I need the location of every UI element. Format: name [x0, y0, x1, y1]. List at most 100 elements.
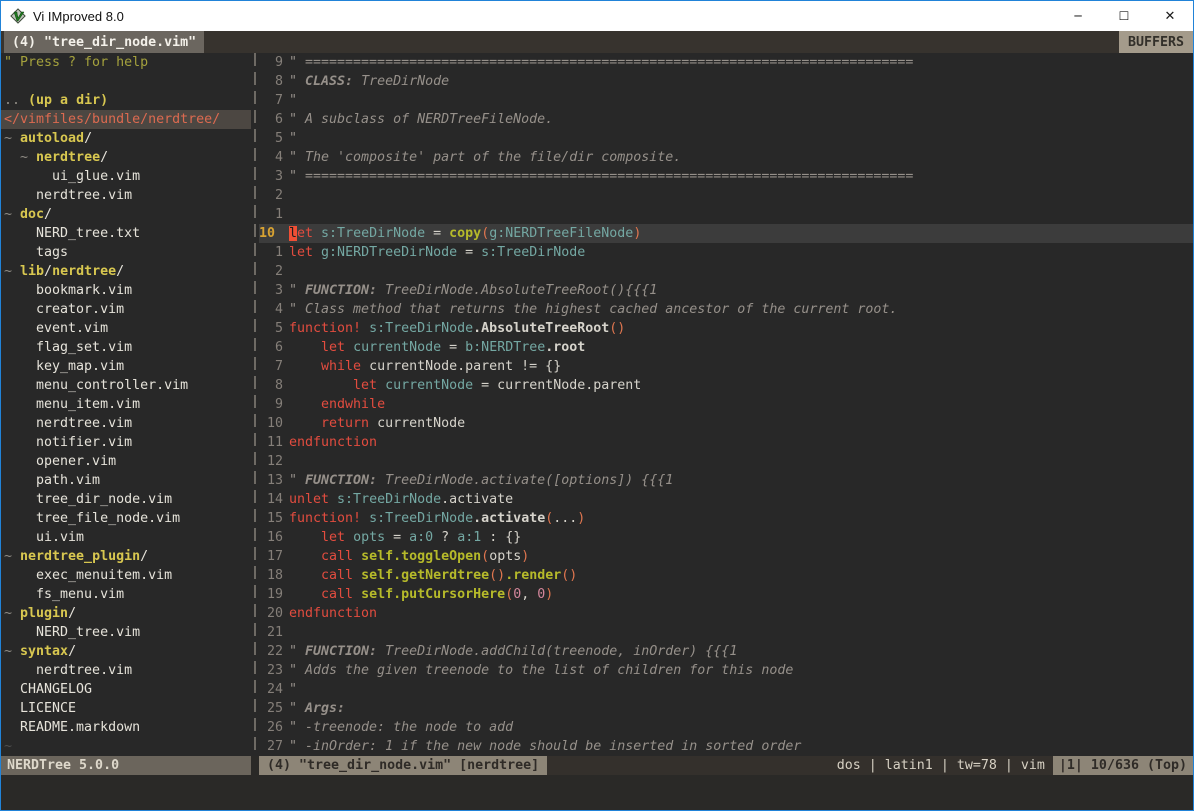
- tree-item[interactable]: tree_file_node.vim: [1, 509, 251, 528]
- tree-item[interactable]: menu_item.vim: [1, 395, 251, 414]
- tree-item[interactable]: nerdtree.vim: [1, 186, 251, 205]
- tree-item[interactable]: NERD_tree.vim: [1, 623, 251, 642]
- code-line[interactable]: 19 call self.putCursorHere(0, 0): [259, 585, 1193, 604]
- tree-item[interactable]: event.vim: [1, 319, 251, 338]
- code-line[interactable]: 22" FUNCTION: TreeDirNode.addChild(treen…: [259, 642, 1193, 661]
- tree-item[interactable]: NERD_tree.txt: [1, 224, 251, 243]
- tree-item[interactable]: ~ plugin/: [1, 604, 251, 623]
- code-line[interactable]: 8 let currentNode = currentNode.parent: [259, 376, 1193, 395]
- code-line[interactable]: 5function! s:TreeDirNode.AbsoluteTreeRoo…: [259, 319, 1193, 338]
- tree-item[interactable]: ~: [1, 737, 251, 756]
- minimize-button[interactable]: ─: [1055, 1, 1101, 31]
- tab-tree-dir-node[interactable]: (4) "tree_dir_node.vim": [4, 31, 204, 53]
- code-line[interactable]: 24": [259, 680, 1193, 699]
- code-line[interactable]: 2: [259, 262, 1193, 281]
- tree-item[interactable]: " Press ? for help: [1, 53, 251, 72]
- code-line[interactable]: 16 let opts = a:0 ? a:1 : {}: [259, 528, 1193, 547]
- code-line[interactable]: 9" =====================================…: [259, 53, 1193, 72]
- tree-item[interactable]: tree_dir_node.vim: [1, 490, 251, 509]
- code-line[interactable]: 14unlet s:TreeDirNode.activate: [259, 490, 1193, 509]
- tree-item[interactable]: key_map.vim: [1, 357, 251, 376]
- tree-item-text: menu_controller.vim: [4, 378, 188, 393]
- code-line[interactable]: 20endfunction: [259, 604, 1193, 623]
- code-token: " ======================================…: [289, 55, 913, 70]
- tree-item[interactable]: menu_controller.vim: [1, 376, 251, 395]
- maximize-button[interactable]: ☐: [1101, 1, 1147, 31]
- code-line[interactable]: 11endfunction: [259, 433, 1193, 452]
- tree-item[interactable]: flag_set.vim: [1, 338, 251, 357]
- code-line[interactable]: 17 call self.toggleOpen(opts): [259, 547, 1193, 566]
- code-line[interactable]: 5": [259, 129, 1193, 148]
- tree-item[interactable]: .. (up a dir): [1, 91, 251, 110]
- code-token: s:TreeDirNode: [337, 492, 441, 507]
- code-line[interactable]: 1: [259, 205, 1193, 224]
- code-token: [353, 587, 361, 602]
- tree-item[interactable]: ~ nerdtree_plugin/: [1, 547, 251, 566]
- code-line[interactable]: 13" FUNCTION: TreeDirNode.activate([opti…: [259, 471, 1193, 490]
- tree-root-path[interactable]: </vimfiles/bundle/nerdtree/: [1, 110, 251, 129]
- vertical-split-separator[interactable]: [251, 53, 259, 756]
- code-text: call self.getNerdtree().render(): [289, 566, 577, 585]
- code-line[interactable]: 2: [259, 186, 1193, 205]
- code-token: (: [505, 587, 513, 602]
- code-token: call: [321, 549, 353, 564]
- code-token: FUNCTION:: [305, 473, 377, 488]
- code-token: =: [441, 340, 465, 355]
- tree-item[interactable]: nerdtree.vim: [1, 661, 251, 680]
- tree-item-text: /: [44, 264, 52, 279]
- tree-item[interactable]: ~ doc/: [1, 205, 251, 224]
- tree-item[interactable]: ~ nerdtree/: [1, 148, 251, 167]
- tree-item[interactable]: ~ syntax/: [1, 642, 251, 661]
- code-line[interactable]: 18 call self.getNerdtree().render(): [259, 566, 1193, 585]
- code-token: TreeDirNode.activate([options]) {{{1: [377, 473, 673, 488]
- code-line[interactable]: 12: [259, 452, 1193, 471]
- code-line[interactable]: 3" =====================================…: [259, 167, 1193, 186]
- tree-item[interactable]: notifier.vim: [1, 433, 251, 452]
- code-line[interactable]: 10 return currentNode: [259, 414, 1193, 433]
- code-line[interactable]: 27" -inOrder: 1 if the new node should b…: [259, 737, 1193, 756]
- tree-item-text: path.vim: [4, 473, 100, 488]
- code-line[interactable]: 10 let s:TreeDirNode = copy(g:NERDTreeFi…: [259, 224, 1193, 243]
- tree-item[interactable]: ui_glue.vim: [1, 167, 251, 186]
- code-line[interactable]: 21: [259, 623, 1193, 642]
- code-line[interactable]: 25" Args:: [259, 699, 1193, 718]
- code-line[interactable]: 23" Adds the given treenode to the list …: [259, 661, 1193, 680]
- code-line[interactable]: 9 endwhile: [259, 395, 1193, 414]
- code-token: while: [321, 359, 361, 374]
- code-line[interactable]: 6 let currentNode = b:NERDTree.root: [259, 338, 1193, 357]
- code-line[interactable]: 1let g:NERDTreeDirNode = s:TreeDirNode: [259, 243, 1193, 262]
- tree-item[interactable]: CHANGELOG: [1, 680, 251, 699]
- code-line[interactable]: 26" -treenode: the node to add: [259, 718, 1193, 737]
- line-number: 10: [259, 414, 283, 433]
- tree-item[interactable]: ~ lib/nerdtree/: [1, 262, 251, 281]
- tree-item[interactable]: bookmark.vim: [1, 281, 251, 300]
- code-line[interactable]: 8" CLASS: TreeDirNode: [259, 72, 1193, 91]
- code-line[interactable]: 7 while currentNode.parent != {}: [259, 357, 1193, 376]
- code-line[interactable]: 3" FUNCTION: TreeDirNode.AbsoluteTreeRoo…: [259, 281, 1193, 300]
- tree-item[interactable]: ~ autoload/: [1, 129, 251, 148]
- tree-item[interactable]: tags: [1, 243, 251, 262]
- tree-item[interactable]: ui.vim: [1, 528, 251, 547]
- line-number: 1: [259, 205, 283, 224]
- code-line[interactable]: 4" Class method that returns the highest…: [259, 300, 1193, 319]
- tree-item[interactable]: LICENCE: [1, 699, 251, 718]
- close-button[interactable]: ✕: [1147, 1, 1193, 31]
- tree-item[interactable]: creator.vim: [1, 300, 251, 319]
- tree-item[interactable]: [1, 72, 251, 91]
- command-line[interactable]: [1, 775, 1193, 810]
- line-number: 7: [259, 357, 283, 376]
- code-token: ?: [433, 530, 457, 545]
- tree-item[interactable]: opener.vim: [1, 452, 251, 471]
- code-token: ": [289, 93, 297, 108]
- code-line[interactable]: 4" The 'composite' part of the file/dir …: [259, 148, 1193, 167]
- tree-item[interactable]: path.vim: [1, 471, 251, 490]
- line-number: 20: [259, 604, 283, 623]
- code-line[interactable]: 15function! s:TreeDirNode.activate(...): [259, 509, 1193, 528]
- code-token: CLASS:: [305, 74, 353, 89]
- code-line[interactable]: 7": [259, 91, 1193, 110]
- tree-item[interactable]: exec_menuitem.vim: [1, 566, 251, 585]
- tree-item[interactable]: fs_menu.vim: [1, 585, 251, 604]
- tree-item[interactable]: nerdtree.vim: [1, 414, 251, 433]
- tree-item[interactable]: README.markdown: [1, 718, 251, 737]
- code-line[interactable]: 6" A subclass of NERDTreeFileNode.: [259, 110, 1193, 129]
